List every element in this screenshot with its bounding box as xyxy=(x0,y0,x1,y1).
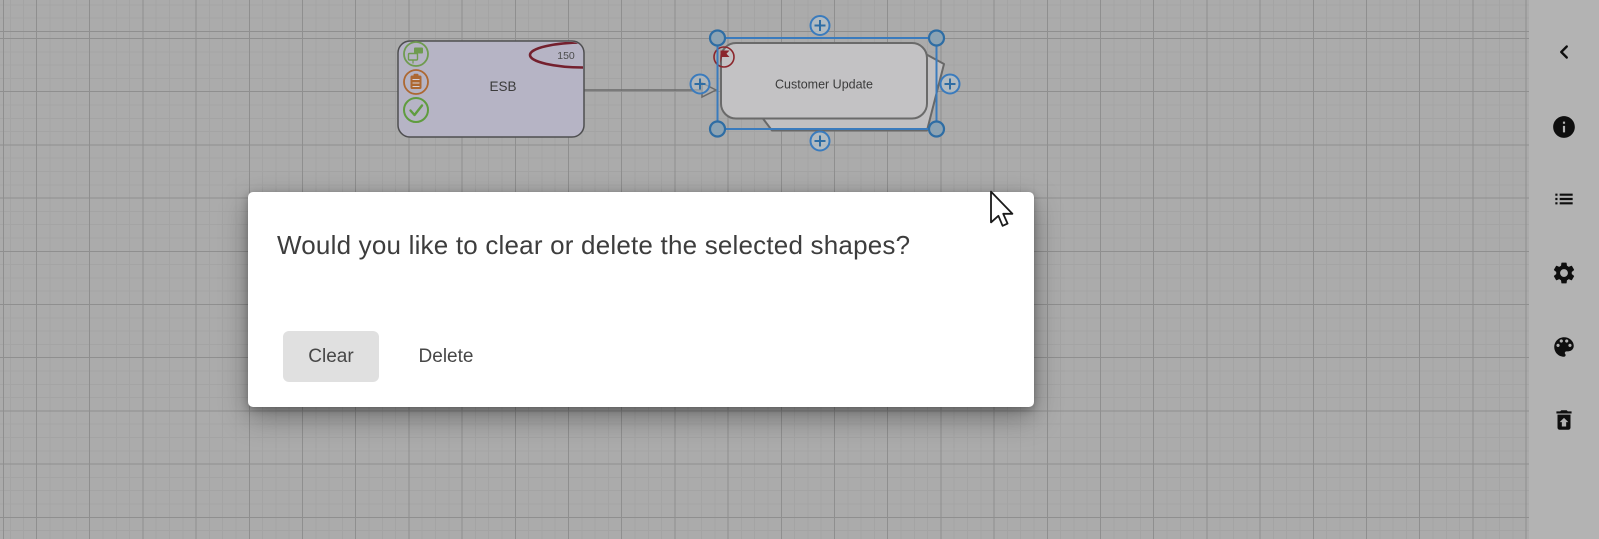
dialog-title: Would you like to clear or delete the se… xyxy=(277,230,1007,261)
add-connection-button-right[interactable] xyxy=(941,75,960,94)
customer-update-shape[interactable]: Customer Update xyxy=(714,43,944,131)
esb-shape-label: ESB xyxy=(489,79,516,94)
list-icon[interactable] xyxy=(1551,186,1577,212)
collapse-panel-icon[interactable] xyxy=(1553,41,1575,63)
palette-icon[interactable] xyxy=(1551,334,1577,360)
customer-update-label: Customer Update xyxy=(775,78,873,92)
settings-icon[interactable] xyxy=(1551,260,1577,286)
tool-sidebar xyxy=(1529,0,1599,539)
app-window: 150 ESB xyxy=(0,0,1599,539)
dialog-button-row: Clear Delete xyxy=(283,331,491,382)
delete-button[interactable]: Delete xyxy=(401,331,491,382)
add-connection-button-bottom[interactable] xyxy=(811,132,830,151)
add-connection-button-left[interactable] xyxy=(691,75,710,94)
trash-restore-icon[interactable] xyxy=(1551,407,1577,433)
clear-button[interactable]: Clear xyxy=(283,331,379,382)
confirm-dialog: Would you like to clear or delete the se… xyxy=(248,192,1034,407)
info-icon[interactable] xyxy=(1551,114,1577,140)
esb-shape[interactable]: 150 ESB xyxy=(398,41,640,137)
capacity-badge-value: 150 xyxy=(557,50,575,62)
add-connection-button-top[interactable] xyxy=(811,16,830,35)
